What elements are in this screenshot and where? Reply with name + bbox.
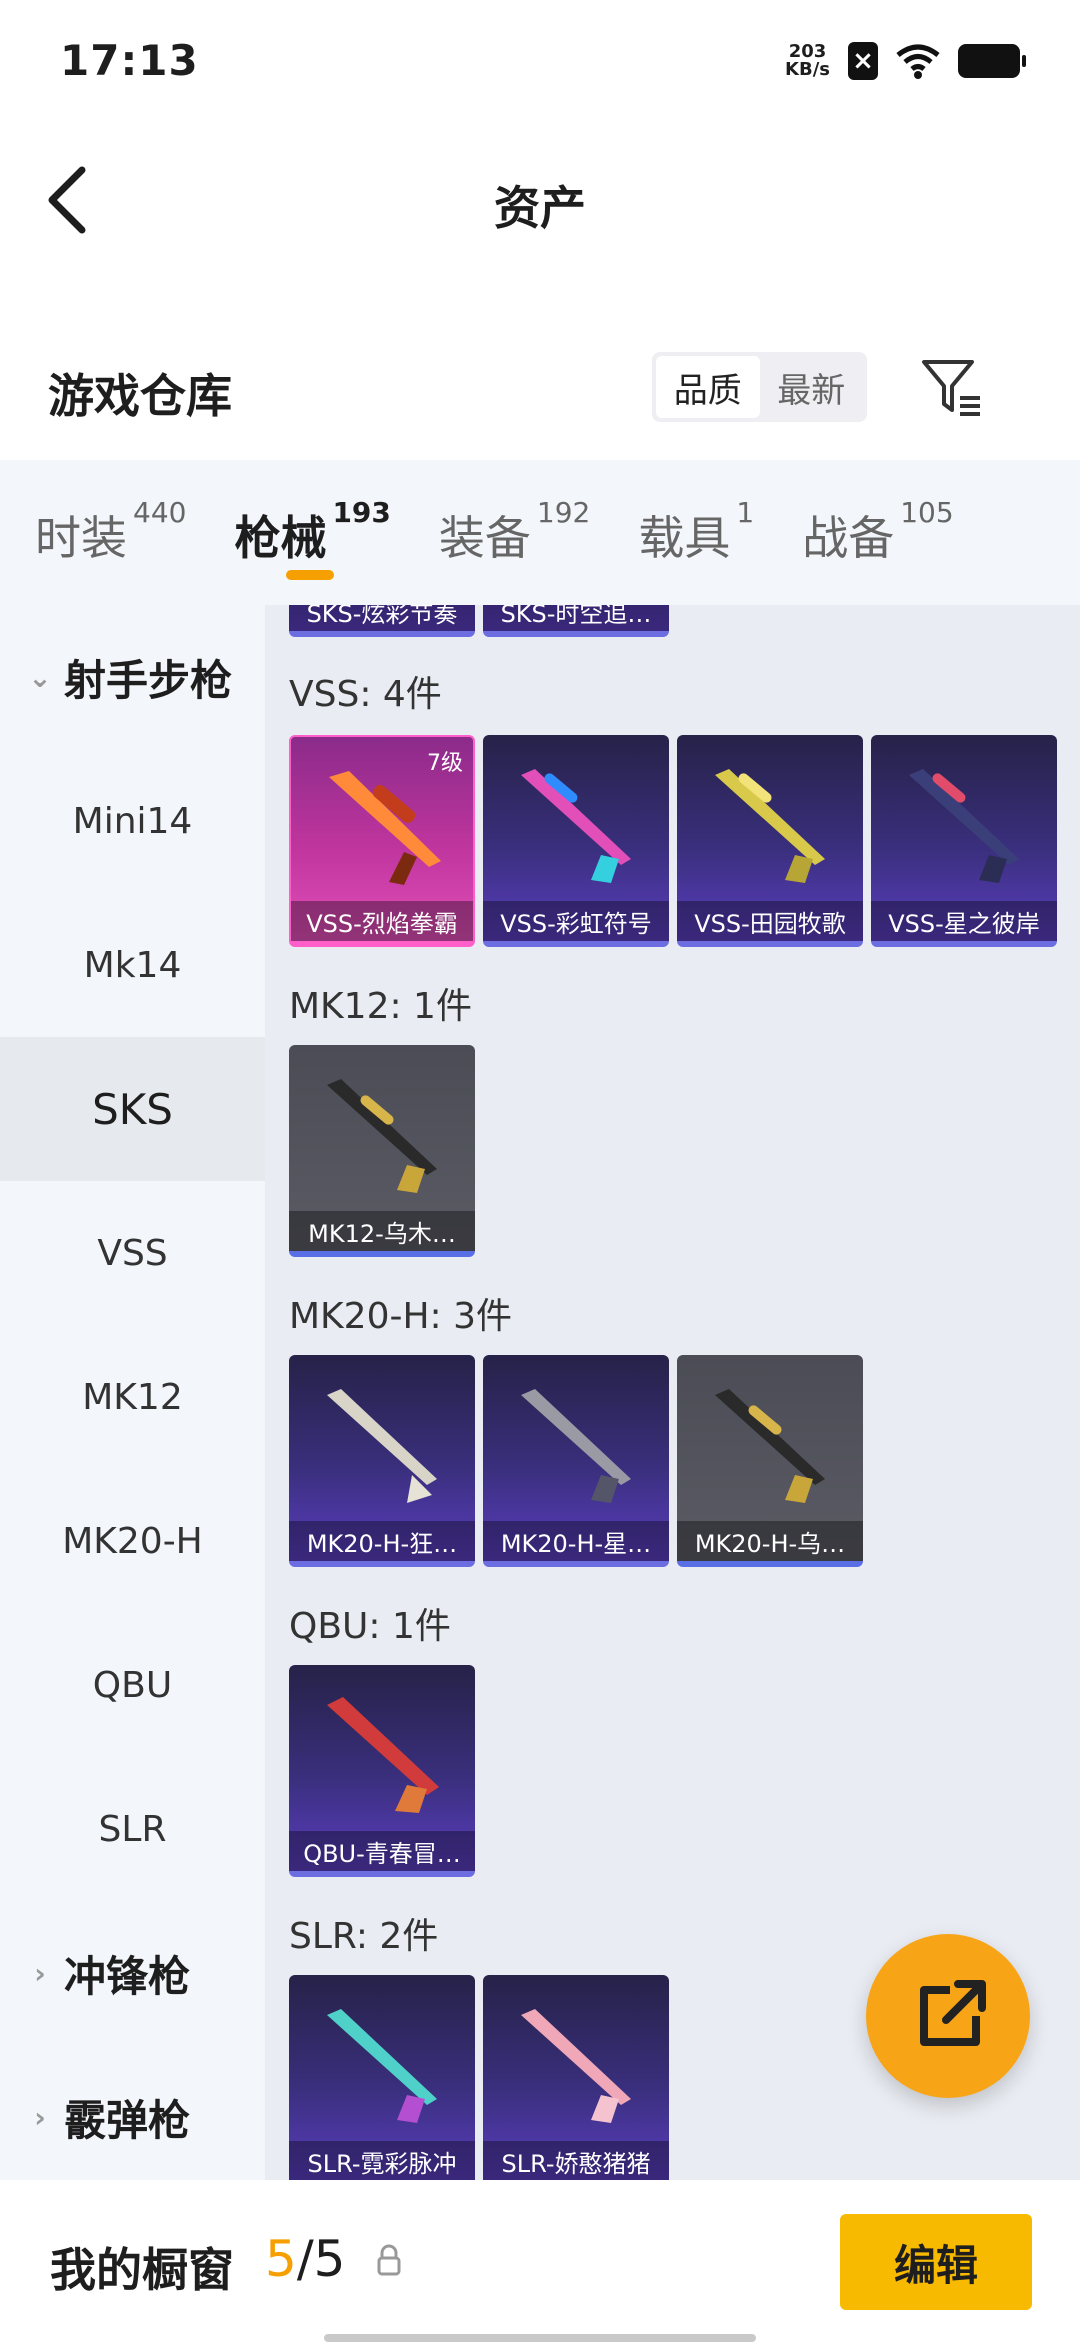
category-tabs: 时装 440 枪械 193 装备 192 载具 1 战备 105	[0, 460, 1080, 605]
sidebar-category-marksman[interactable]: ⌄ 射手步枪	[20, 605, 232, 749]
tab-equipment[interactable]: 装备 192	[439, 460, 590, 605]
page-title: 资产	[494, 181, 586, 235]
weapon-card[interactable]: QBU-青春冒…	[289, 1665, 475, 1877]
sidebar-category-smg[interactable]: › 冲锋枪	[20, 1901, 190, 2045]
weapon-card[interactable]: MK20-H-狂…	[289, 1355, 475, 1567]
rifle-icon	[909, 769, 1019, 883]
weapon-card[interactable]: VSS-田园牧歌	[677, 735, 863, 947]
wifi-icon	[896, 44, 940, 79]
sidebar-category-shotgun[interactable]: › 霰弹枪	[20, 2045, 190, 2189]
sort-quality-button[interactable]: 品质	[656, 356, 760, 418]
share-fab[interactable]	[866, 1934, 1030, 2098]
sidebar-item-vss[interactable]: VSS	[0, 1181, 265, 1325]
group-title-mk12: MK12: 1件	[289, 986, 472, 1027]
weapon-sidebar: ⌄ 射手步枪 Mini14 Mk14 SKS VSS MK12 MK20-H QB…	[0, 605, 265, 2180]
weapon-card[interactable]: SLR-娇憨猪猪	[483, 1975, 669, 2180]
weapon-card[interactable]: VSS-彩虹符号	[483, 735, 669, 947]
tab-guns[interactable]: 枪械 193	[234, 460, 391, 605]
sidebar-item-mk20h[interactable]: MK20-H	[0, 1469, 265, 1613]
rifle-icon	[715, 769, 825, 883]
external-link-icon	[920, 1980, 986, 2046]
group-title-vss: VSS: 4件	[289, 674, 442, 715]
status-time: 17:13	[60, 36, 199, 85]
chevron-down-icon: ⌄	[28, 660, 52, 694]
filter-icon[interactable]	[920, 356, 984, 420]
tab-active-indicator	[286, 570, 335, 580]
weapon-card[interactable]: MK20-H-乌…	[677, 1355, 863, 1567]
weapon-card[interactable]: VSS-星之彼岸	[871, 735, 1057, 947]
showcase-label: 我的橱窗	[50, 2243, 234, 2297]
rifle-icon	[715, 1389, 825, 1503]
title-bar: 资产	[0, 120, 1080, 280]
sort-newest-button[interactable]: 最新	[760, 356, 864, 418]
weapon-card[interactable]: SKS-时空追…	[483, 605, 669, 637]
tab-fashion[interactable]: 时装 440	[35, 460, 186, 605]
sidebar-item-sks[interactable]: SKS	[0, 1037, 265, 1181]
rifle-icon	[521, 1389, 631, 1503]
sidebar-item-mk12[interactable]: MK12	[0, 1325, 265, 1469]
weapon-card[interactable]: MK20-H-星…	[483, 1355, 669, 1567]
rifle-icon	[327, 1079, 437, 1193]
warehouse-header: 游戏仓库 品质 最新	[0, 330, 1080, 450]
rifle-icon	[521, 2009, 631, 2123]
sidebar-item-mk14[interactable]: Mk14	[0, 893, 265, 1037]
weapon-card[interactable]: SLR-霓彩脉冲	[289, 1975, 475, 2180]
warehouse-title: 游戏仓库	[48, 369, 232, 423]
group-title-slr: SLR: 2件	[289, 1916, 439, 1957]
edit-button[interactable]: 编辑	[840, 2214, 1032, 2310]
tab-supplies[interactable]: 战备 105	[802, 460, 953, 605]
sort-toggle: 品质 最新	[652, 352, 867, 422]
chevron-right-icon: ›	[34, 1956, 46, 1990]
chevron-right-icon: ›	[34, 2100, 46, 2134]
rifle-icon	[327, 1697, 439, 1813]
sidebar-item-mini14[interactable]: Mini14	[0, 749, 265, 893]
group-title-qbu: QBU: 1件	[289, 1606, 451, 1647]
group-title-mk20h: MK20-H: 3件	[289, 1296, 513, 1337]
rifle-icon	[327, 2009, 437, 2123]
showcase-bar: 我的橱窗 5/5 编辑	[0, 2180, 1080, 2344]
showcase-count: 5/5	[265, 2230, 346, 2288]
status-icons: 203 KB/s ×	[785, 36, 1026, 86]
lock-icon	[377, 2244, 401, 2276]
rifle-icon	[327, 1389, 437, 1503]
tab-vehicles[interactable]: 载具 1	[638, 460, 754, 605]
weapon-card[interactable]: 7级 VSS-烈焰拳霸	[289, 735, 475, 947]
home-indicator	[324, 2334, 756, 2342]
weapon-card[interactable]: MK12-乌木…	[289, 1045, 475, 1257]
rifle-icon	[329, 771, 441, 885]
sidebar-item-qbu[interactable]: QBU	[0, 1613, 265, 1757]
weapon-card[interactable]: SKS-炫彩节奏	[289, 605, 475, 637]
notification-x-icon: ×	[848, 42, 878, 80]
status-bar: 17:13 203 KB/s ×	[0, 0, 1080, 120]
network-speed: 203 KB/s	[785, 41, 830, 80]
rifle-icon	[521, 769, 631, 883]
battery-icon	[958, 44, 1026, 78]
sidebar-item-slr[interactable]: SLR	[0, 1757, 265, 1901]
